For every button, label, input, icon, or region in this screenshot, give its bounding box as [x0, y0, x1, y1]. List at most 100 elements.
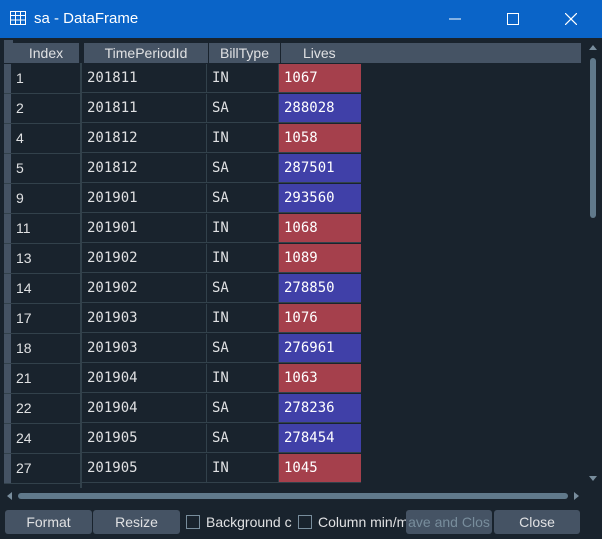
index-cell[interactable]: 5 [4, 154, 80, 184]
background-color-checkbox[interactable]: Background co [186, 510, 292, 534]
cell-timeperiodid[interactable]: 201903 [82, 334, 207, 363]
table-row[interactable]: 201905 SA 278454 [82, 424, 571, 454]
horizontal-scroll-thumb[interactable] [18, 493, 568, 499]
index-cell[interactable]: 27 [4, 454, 80, 484]
cell-lives[interactable]: 288028 [279, 94, 361, 123]
index-label: 22 [16, 400, 32, 416]
scroll-down-icon[interactable] [589, 476, 597, 482]
index-cell[interactable]: 9 [4, 184, 80, 214]
cell-billtype[interactable]: IN [207, 214, 279, 243]
cell-billtype[interactable]: SA [207, 94, 279, 123]
cell-lives[interactable]: 276961 [279, 334, 361, 363]
cell-billtype[interactable]: IN [207, 124, 279, 153]
cell-billtype[interactable]: IN [207, 454, 279, 483]
close-button[interactable]: Close [494, 510, 580, 534]
cell-lives[interactable]: 1068 [279, 214, 361, 243]
cell-lives[interactable]: 278850 [279, 274, 361, 303]
table-row[interactable]: 201905 IN 1045 [82, 454, 571, 484]
cell-lives[interactable]: 1067 [279, 64, 361, 93]
column-header-billtype[interactable]: BillType [209, 43, 281, 63]
minimize-button[interactable] [432, 0, 478, 38]
table-row[interactable]: 201901 SA 293560 [82, 184, 571, 214]
cell-timeperiodid[interactable]: 201901 [82, 214, 207, 243]
cell-timeperiodid[interactable]: 201904 [82, 394, 207, 423]
checkbox-box[interactable] [186, 515, 200, 529]
index-label: 13 [16, 250, 32, 266]
table-row[interactable]: 201811 SA 288028 [82, 94, 571, 124]
index-cell[interactable]: 1 [4, 64, 80, 94]
cell-lives[interactable]: 278236 [279, 394, 361, 423]
cell-lives[interactable]: 1058 [279, 124, 361, 153]
table-row[interactable]: 201902 IN 1089 [82, 244, 571, 274]
cell-billtype[interactable]: SA [207, 334, 279, 363]
resize-button[interactable]: Resize [93, 510, 180, 534]
table-row[interactable]: 201812 SA 287501 [82, 154, 571, 184]
column-header-lives[interactable]: Lives [281, 43, 582, 63]
cell-lives[interactable]: 278454 [279, 424, 361, 453]
index-cell[interactable]: 13 [4, 244, 80, 274]
close-window-button[interactable] [548, 0, 594, 38]
cell-timeperiodid[interactable]: 201905 [82, 454, 207, 483]
cell-timeperiodid[interactable]: 201903 [82, 304, 207, 333]
cell-timeperiodid[interactable]: 201902 [82, 244, 207, 273]
table-row[interactable]: 201812 IN 1058 [82, 124, 571, 154]
cell-lives[interactable]: 1076 [279, 304, 361, 333]
cell-billtype[interactable]: IN [207, 244, 279, 273]
index-cell[interactable]: 4 [4, 124, 80, 154]
checkbox-box[interactable] [298, 515, 312, 529]
index-cell[interactable]: 11 [4, 214, 80, 244]
index-label: 4 [16, 130, 24, 146]
index-header[interactable]: Index [13, 43, 80, 63]
index-cell[interactable]: 17 [4, 304, 80, 334]
column-minmax-checkbox[interactable]: Column min/m [298, 510, 406, 534]
format-button[interactable]: Format [5, 510, 92, 534]
table-row[interactable]: 201902 SA 278850 [82, 274, 571, 304]
row-marker [4, 274, 11, 303]
cell-billtype[interactable]: SA [207, 154, 279, 183]
scroll-up-icon[interactable] [589, 44, 597, 50]
cell-lives[interactable]: 1089 [279, 244, 361, 273]
index-cell[interactable]: 24 [4, 424, 80, 454]
table-corner[interactable] [4, 40, 13, 63]
cell-timeperiodid[interactable]: 201812 [82, 124, 207, 153]
row-marker [4, 214, 11, 243]
cell-timeperiodid[interactable]: 201902 [82, 274, 207, 303]
index-cell[interactable]: 22 [4, 394, 80, 424]
cell-lives[interactable]: 1063 [279, 364, 361, 393]
cell-billtype[interactable]: IN [207, 64, 279, 93]
cell-billtype[interactable]: SA [207, 184, 279, 213]
scroll-left-icon[interactable] [6, 492, 12, 500]
index-cell[interactable]: 2 [4, 94, 80, 124]
cell-lives[interactable]: 287501 [279, 154, 361, 183]
vertical-scroll-thumb[interactable] [590, 58, 596, 218]
cell-billtype[interactable]: IN [207, 304, 279, 333]
index-cell[interactable]: 14 [4, 274, 80, 304]
dataframe-table[interactable]: Index TimePeriodId BillType Lives 124591… [4, 40, 587, 488]
cell-timeperiodid[interactable]: 201811 [82, 94, 207, 123]
cell-timeperiodid[interactable]: 201811 [82, 64, 207, 93]
cell-lives[interactable]: 293560 [279, 184, 361, 213]
index-cell[interactable]: 18 [4, 334, 80, 364]
cell-timeperiodid[interactable]: 201812 [82, 154, 207, 183]
horizontal-scrollbar[interactable] [4, 490, 587, 502]
table-row[interactable]: 201811 IN 1067 [82, 64, 571, 94]
save-and-close-button[interactable]: ave and Clos [406, 510, 492, 534]
cell-billtype[interactable]: SA [207, 274, 279, 303]
scroll-right-icon[interactable] [574, 492, 580, 500]
cell-timeperiodid[interactable]: 201904 [82, 364, 207, 393]
cell-timeperiodid[interactable]: 201901 [82, 184, 207, 213]
cell-billtype[interactable]: IN [207, 364, 279, 393]
cell-billtype[interactable]: SA [207, 394, 279, 423]
table-row[interactable]: 201903 SA 276961 [82, 334, 571, 364]
vertical-scrollbar[interactable] [587, 40, 599, 488]
index-cell[interactable]: 21 [4, 364, 80, 394]
cell-lives[interactable]: 1045 [279, 454, 361, 483]
column-header-timeperiodid[interactable]: TimePeriodId [84, 43, 209, 63]
cell-billtype[interactable]: SA [207, 424, 279, 453]
table-row[interactable]: 201904 SA 278236 [82, 394, 571, 424]
table-row[interactable]: 201903 IN 1076 [82, 304, 571, 334]
table-row[interactable]: 201901 IN 1068 [82, 214, 571, 244]
maximize-button[interactable] [490, 0, 536, 38]
table-row[interactable]: 201904 IN 1063 [82, 364, 571, 394]
cell-timeperiodid[interactable]: 201905 [82, 424, 207, 453]
